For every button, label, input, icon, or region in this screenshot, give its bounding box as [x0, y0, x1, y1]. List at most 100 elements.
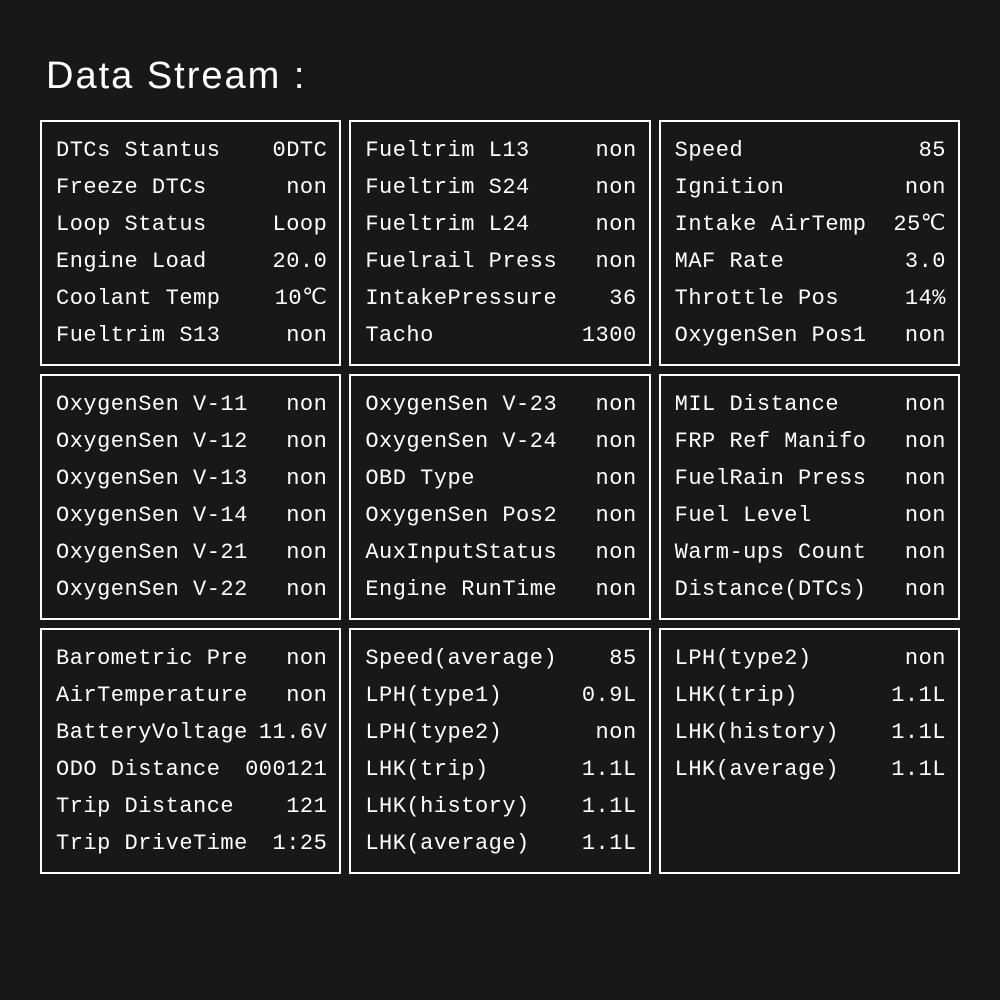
row-value: 1:25 — [267, 825, 328, 862]
data-row: OxygenSen V-22non — [56, 571, 327, 608]
data-panel: OxygenSen V-11nonOxygenSen V-12nonOxygen… — [40, 374, 341, 620]
row-label: Trip Distance — [56, 788, 280, 825]
row-value: 3.0 — [899, 243, 946, 280]
data-row: OBD Typenon — [365, 460, 636, 497]
row-label: Engine Load — [56, 243, 267, 280]
page-title: Data Stream : — [46, 55, 960, 98]
row-label: Speed(average) — [365, 640, 603, 677]
row-value: non — [590, 132, 637, 169]
data-row: LPH(type2)non — [365, 714, 636, 751]
row-value: 11.6V — [253, 714, 328, 751]
row-label: MAF Rate — [675, 243, 899, 280]
data-row: IntakePressure36 — [365, 280, 636, 317]
row-value: non — [899, 386, 946, 423]
row-value: 1.1L — [576, 751, 637, 788]
data-row: LHK(trip)1.1L — [365, 751, 636, 788]
data-row: OxygenSen V-23non — [365, 386, 636, 423]
data-row: Speed(average)85 — [365, 640, 636, 677]
data-row: Fuelrail Pressnon — [365, 243, 636, 280]
row-value: non — [280, 460, 327, 497]
data-row: Engine RunTimenon — [365, 571, 636, 608]
row-value: non — [899, 423, 946, 460]
row-label: LHK(history) — [675, 714, 886, 751]
row-label: OxygenSen V-13 — [56, 460, 280, 497]
row-value: non — [280, 534, 327, 571]
row-label: LHK(average) — [365, 825, 576, 862]
data-row: Throttle Pos14% — [675, 280, 946, 317]
row-value: non — [280, 423, 327, 460]
row-value: Loop — [267, 206, 328, 243]
row-value: 10℃ — [269, 280, 328, 317]
row-value: 121 — [280, 788, 327, 825]
data-row: LHK(trip)1.1L — [675, 677, 946, 714]
row-value: 000121 — [239, 751, 327, 788]
row-label: IntakePressure — [365, 280, 603, 317]
data-row: Ignitionnon — [675, 169, 946, 206]
row-label: OxygenSen V-12 — [56, 423, 280, 460]
data-row: LHK(history)1.1L — [365, 788, 636, 825]
row-label: Fueltrim L24 — [365, 206, 589, 243]
row-label: OxygenSen V-22 — [56, 571, 280, 608]
row-value: 0DTC — [267, 132, 328, 169]
data-row: Freeze DTCsnon — [56, 169, 327, 206]
row-label: Trip DriveTime — [56, 825, 267, 862]
row-value: 1.1L — [885, 677, 946, 714]
row-label: OxygenSen V-23 — [365, 386, 589, 423]
data-row: OxygenSen V-24non — [365, 423, 636, 460]
row-value: non — [280, 317, 327, 354]
row-label: OxygenSen V-14 — [56, 497, 280, 534]
row-value: non — [280, 571, 327, 608]
data-row: FuelRain Pressnon — [675, 460, 946, 497]
data-row: OxygenSen Pos2non — [365, 497, 636, 534]
row-label: Fuel Level — [675, 497, 899, 534]
row-label: Engine RunTime — [365, 571, 589, 608]
data-row: Warm-ups Countnon — [675, 534, 946, 571]
row-value: non — [899, 169, 946, 206]
data-row: Barometric Prenon — [56, 640, 327, 677]
row-label: OxygenSen V-21 — [56, 534, 280, 571]
row-label: LHK(average) — [675, 751, 886, 788]
row-value: non — [280, 386, 327, 423]
data-row: OxygenSen V-13non — [56, 460, 327, 497]
row-label: AuxInputStatus — [365, 534, 589, 571]
data-panel: OxygenSen V-23nonOxygenSen V-24nonOBD Ty… — [349, 374, 650, 620]
data-row: AirTemperaturenon — [56, 677, 327, 714]
data-panel: Speed85IgnitionnonIntake AirTemp25℃MAF R… — [659, 120, 960, 366]
row-value: non — [590, 460, 637, 497]
data-panel: Barometric PrenonAirTemperaturenonBatter… — [40, 628, 341, 874]
data-row: Fueltrim S24non — [365, 169, 636, 206]
data-row: Loop StatusLoop — [56, 206, 327, 243]
row-label: MIL Distance — [675, 386, 899, 423]
data-row: OxygenSen V-11non — [56, 386, 327, 423]
row-label: AirTemperature — [56, 677, 280, 714]
data-row: Distance(DTCs)non — [675, 571, 946, 608]
row-value: non — [280, 640, 327, 677]
row-label: OxygenSen V-11 — [56, 386, 280, 423]
row-value: non — [590, 534, 637, 571]
row-value: non — [899, 460, 946, 497]
data-row: LHK(average)1.1L — [675, 751, 946, 788]
row-label: LPH(type1) — [365, 677, 576, 714]
row-value: 1300 — [576, 317, 637, 354]
row-value: 1.1L — [885, 714, 946, 751]
row-value: non — [899, 534, 946, 571]
row-label: FuelRain Press — [675, 460, 899, 497]
row-value: non — [590, 169, 637, 206]
data-row: MIL Distancenon — [675, 386, 946, 423]
row-label: LPH(type2) — [365, 714, 589, 751]
row-label: Fueltrim S13 — [56, 317, 280, 354]
row-value: non — [899, 497, 946, 534]
data-row: OxygenSen V-12non — [56, 423, 327, 460]
data-panel: LPH(type2)nonLHK(trip)1.1LLHK(history)1.… — [659, 628, 960, 874]
data-row: LHK(history)1.1L — [675, 714, 946, 751]
data-row: Speed85 — [675, 132, 946, 169]
data-row: Trip Distance121 — [56, 788, 327, 825]
data-row: Intake AirTemp25℃ — [675, 206, 946, 243]
row-value: non — [590, 497, 637, 534]
row-value: non — [280, 169, 327, 206]
row-label: BatteryVoltage — [56, 714, 253, 751]
data-panel: Speed(average)85LPH(type1)0.9LLPH(type2)… — [349, 628, 650, 874]
row-label: Throttle Pos — [675, 280, 899, 317]
row-value: non — [899, 317, 946, 354]
row-label: DTCs Stantus — [56, 132, 267, 169]
